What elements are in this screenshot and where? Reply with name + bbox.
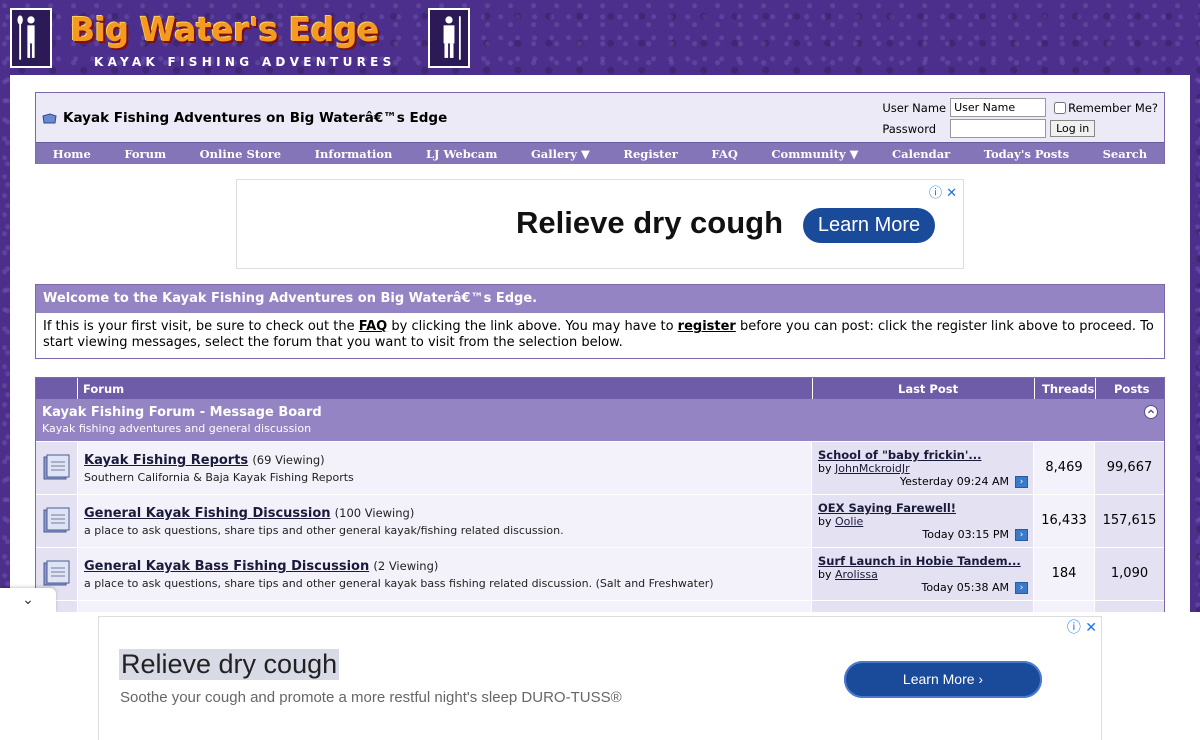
- header-forum: Forum: [83, 382, 125, 396]
- menu-gallery[interactable]: Gallery ▼: [531, 147, 590, 161]
- register-link[interactable]: register: [678, 319, 736, 334]
- forum-description: a place to ask questions, share tips and…: [84, 577, 714, 590]
- forum-table: Forum Last Post Threads Posts Kayak Fish…: [35, 377, 1165, 633]
- menu-information[interactable]: Information: [315, 147, 393, 161]
- menu-lj-webcam[interactable]: LJ Webcam: [426, 147, 498, 161]
- main-menu: Home Forum Online Store Information LJ W…: [36, 142, 1164, 164]
- last-post-cell: School of "baby frickin'... by JohnMckro…: [812, 442, 1033, 494]
- forum-row: General Kayak Fishing Discussion (100 Vi…: [36, 494, 1164, 547]
- ad-learn-more-button[interactable]: Learn More: [803, 208, 935, 243]
- login-form: User Name Remember Me? Password Log in: [880, 97, 1160, 139]
- last-post-date: Today 03:15 PM: [922, 528, 1009, 541]
- last-post-date: Yesterday 09:24 AM: [899, 475, 1009, 488]
- collapse-icon[interactable]: [1144, 405, 1158, 419]
- menu-online-store[interactable]: Online Store: [200, 147, 281, 161]
- menu-home[interactable]: Home: [53, 147, 91, 161]
- last-post-title[interactable]: Surf Launch in Hobie Tandem...: [818, 554, 1021, 568]
- viewing-count: (2 Viewing): [373, 559, 439, 573]
- kayaker-logo-icon: [10, 8, 52, 68]
- welcome-notice: Welcome to the Kayak Fishing Adventures …: [35, 284, 1165, 359]
- notice-text: by clicking the link above. You may have…: [387, 319, 678, 334]
- category-description: Kayak fishing adventures and general dis…: [42, 422, 312, 435]
- login-button[interactable]: Log in: [1050, 120, 1096, 137]
- last-post-cell: Surf Launch in Hobie Tandem... by Arolis…: [812, 548, 1033, 600]
- remember-me-label: Remember Me?: [1068, 100, 1158, 115]
- password-label: Password: [882, 121, 937, 136]
- forum-link[interactable]: Kayak Fishing Reports: [84, 453, 248, 468]
- faq-link[interactable]: FAQ: [359, 319, 388, 334]
- header-last-post: Last Post: [898, 382, 959, 396]
- menu-todays-posts[interactable]: Today's Posts: [984, 147, 1069, 161]
- remember-me-checkbox[interactable]: [1054, 102, 1067, 114]
- ad-learn-more-button[interactable]: Learn More ›: [844, 661, 1042, 698]
- by-label: by: [818, 462, 835, 475]
- last-post-title[interactable]: School of "baby frickin'...: [818, 448, 982, 462]
- menu-community[interactable]: Community ▼: [771, 147, 858, 161]
- viewing-count: (69 Viewing): [252, 453, 325, 467]
- breadcrumb: Kayak Fishing Adventures on Big Waterâ€™…: [42, 110, 447, 126]
- header-threads: Threads: [1042, 382, 1095, 396]
- thread-count: 8,469: [1034, 442, 1094, 494]
- ad-close-icon[interactable]: ⓘ ✕: [1067, 617, 1097, 637]
- last-post-user[interactable]: Arolissa: [835, 568, 878, 581]
- last-post-user[interactable]: JohnMckroidJr: [835, 462, 910, 475]
- page-container: Kayak Fishing Adventures on Big Waterâ€™…: [10, 75, 1190, 635]
- fisherman-logo-icon: [428, 8, 470, 68]
- thread-count: 184: [1034, 548, 1094, 600]
- navbar: Kayak Fishing Adventures on Big Waterâ€™…: [35, 92, 1165, 164]
- last-post-date: Today 05:38 AM: [921, 581, 1009, 594]
- username-input[interactable]: [950, 98, 1047, 117]
- menu-faq[interactable]: FAQ: [711, 147, 737, 161]
- ad-banner-top[interactable]: ⓘ ✕ Relieve dry cough Learn More: [236, 179, 964, 269]
- ad-card[interactable]: ⓘ ✕ Relieve dry cough Soothe your cough …: [98, 616, 1102, 740]
- ad-close-icon[interactable]: ⓘ ✕: [929, 182, 957, 201]
- forum-link[interactable]: General Kayak Bass Fishing Discussion: [84, 559, 369, 574]
- ad-description: Soothe your cough and promote a more res…: [120, 689, 622, 706]
- post-count: 99,667: [1095, 442, 1164, 494]
- go-to-post-icon[interactable]: ›: [1015, 529, 1028, 541]
- breadcrumb-title[interactable]: Kayak Fishing Adventures on Big Waterâ€™…: [63, 110, 447, 126]
- thread-count: 16,433: [1034, 495, 1094, 547]
- category-header: Kayak Fishing Forum - Message Board Kaya…: [36, 399, 1164, 441]
- table-header: Forum Last Post Threads Posts: [36, 378, 1164, 399]
- last-post-cell: OEX Saying Farewell! by Oolie Today 03:1…: [812, 495, 1033, 547]
- menu-search[interactable]: Search: [1103, 147, 1148, 161]
- viewing-count: (100 Viewing): [334, 506, 415, 520]
- notice-body: If this is your first visit, be sure to …: [36, 313, 1164, 357]
- go-to-post-icon[interactable]: ›: [1015, 476, 1028, 488]
- menu-register[interactable]: Register: [623, 147, 677, 161]
- forum-home-icon[interactable]: [42, 112, 57, 124]
- ad-headline[interactable]: Relieve dry cough: [119, 649, 340, 680]
- username-label: User Name: [882, 100, 947, 115]
- site-logo-title[interactable]: Big Water's Edge: [70, 10, 379, 49]
- by-label: by: [818, 515, 835, 528]
- notice-text: If this is your first visit, be sure to …: [43, 319, 359, 334]
- site-logo-subtitle: KAYAK FISHING ADVENTURES: [94, 55, 396, 69]
- last-post-title[interactable]: OEX Saying Farewell!: [818, 501, 956, 515]
- ad-collapse-toggle[interactable]: ⌄: [0, 588, 56, 612]
- header-posts: Posts: [1114, 382, 1150, 396]
- forum-row: General Kayak Bass Fishing Discussion (2…: [36, 547, 1164, 600]
- menu-calendar[interactable]: Calendar: [892, 147, 950, 161]
- forum-status-icon: [43, 560, 70, 586]
- notice-title: Welcome to the Kayak Fishing Adventures …: [36, 285, 1164, 313]
- forum-link[interactable]: General Kayak Fishing Discussion: [84, 506, 331, 521]
- ad-banner-bottom: ⓘ ✕ Relieve dry cough Soothe your cough …: [0, 612, 1200, 740]
- forum-description: Southern California & Baja Kayak Fishing…: [84, 471, 354, 484]
- post-count: 1,090: [1095, 548, 1164, 600]
- site-header: Big Water's Edge KAYAK FISHING ADVENTURE…: [0, 0, 1200, 75]
- go-to-post-icon[interactable]: ›: [1015, 582, 1028, 594]
- category-title[interactable]: Kayak Fishing Forum - Message Board: [42, 405, 322, 420]
- forum-row: Kayak Fishing Reports (69 Viewing) South…: [36, 441, 1164, 494]
- forum-description: a place to ask questions, share tips and…: [84, 524, 564, 537]
- ad-headline[interactable]: Relieve dry cough: [516, 205, 783, 241]
- password-input[interactable]: [950, 119, 1047, 138]
- by-label: by: [818, 568, 835, 581]
- last-post-user[interactable]: Oolie: [835, 515, 863, 528]
- forum-status-icon: [43, 507, 70, 533]
- menu-forum[interactable]: Forum: [124, 147, 166, 161]
- forum-status-icon: [43, 454, 70, 480]
- post-count: 157,615: [1095, 495, 1164, 547]
